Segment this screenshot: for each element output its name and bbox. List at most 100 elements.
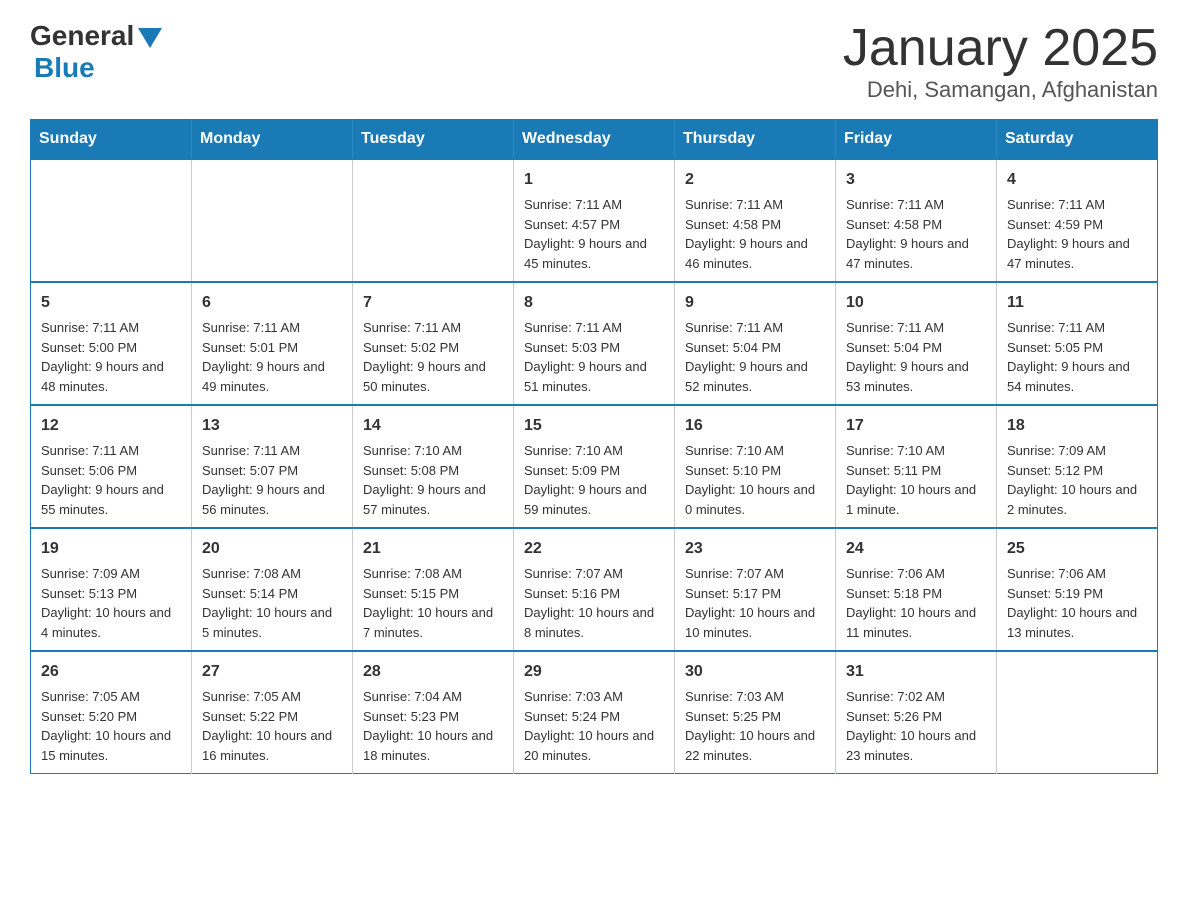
day-info: Sunrise: 7:11 AM Sunset: 5:02 PM Dayligh…	[363, 318, 503, 396]
day-info: Sunrise: 7:10 AM Sunset: 5:10 PM Dayligh…	[685, 441, 825, 519]
calendar-cell: 30 Sunrise: 7:03 AM Sunset: 5:25 PM Dayli…	[675, 651, 836, 774]
calendar-cell: 9 Sunrise: 7:11 AM Sunset: 5:04 PM Daylig…	[675, 282, 836, 405]
calendar-cell	[353, 159, 514, 282]
day-number: 5	[41, 291, 181, 315]
day-info: Sunrise: 7:02 AM Sunset: 5:26 PM Dayligh…	[846, 687, 986, 765]
calendar-cell: 4 Sunrise: 7:11 AM Sunset: 4:59 PM Daylig…	[997, 159, 1158, 282]
day-info: Sunrise: 7:11 AM Sunset: 4:59 PM Dayligh…	[1007, 195, 1147, 273]
day-info: Sunrise: 7:09 AM Sunset: 5:12 PM Dayligh…	[1007, 441, 1147, 519]
day-info: Sunrise: 7:11 AM Sunset: 5:00 PM Dayligh…	[41, 318, 181, 396]
title-block: January 2025 Dehi, Samangan, Afghanistan	[843, 20, 1158, 103]
calendar-cell: 24 Sunrise: 7:06 AM Sunset: 5:18 PM Dayli…	[836, 528, 997, 651]
logo-triangle-icon	[138, 28, 162, 48]
calendar-cell	[31, 159, 192, 282]
calendar-cell: 2Sunrise: 7:11 AM Sunset: 4:58 PM Daylig…	[675, 159, 836, 282]
day-info: Sunrise: 7:03 AM Sunset: 5:24 PM Dayligh…	[524, 687, 664, 765]
calendar-cell: 26 Sunrise: 7:05 AM Sunset: 5:20 PM Dayli…	[31, 651, 192, 774]
calendar-week-row: 12Sunrise: 7:11 AM Sunset: 5:06 PM Dayli…	[31, 405, 1158, 528]
calendar-header-wednesday: Wednesday	[514, 120, 675, 160]
calendar-cell: 8Sunrise: 7:11 AM Sunset: 5:03 PM Daylig…	[514, 282, 675, 405]
day-number: 19	[41, 537, 181, 561]
day-number: 26	[41, 660, 181, 684]
day-number: 22	[524, 537, 664, 561]
day-number: 27	[202, 660, 342, 684]
day-number: 10	[846, 291, 986, 315]
calendar-cell: 21Sunrise: 7:08 AM Sunset: 5:15 PM Dayli…	[353, 528, 514, 651]
day-number: 8	[524, 291, 664, 315]
calendar-header-monday: Monday	[192, 120, 353, 160]
calendar-header-friday: Friday	[836, 120, 997, 160]
day-info: Sunrise: 7:06 AM Sunset: 5:18 PM Dayligh…	[846, 564, 986, 642]
calendar-cell	[997, 651, 1158, 774]
calendar-cell: 22 Sunrise: 7:07 AM Sunset: 5:16 PM Dayli…	[514, 528, 675, 651]
day-number: 4	[1007, 168, 1147, 192]
logo: General Blue	[30, 20, 162, 84]
day-number: 17	[846, 414, 986, 438]
day-number: 30	[685, 660, 825, 684]
day-number: 23	[685, 537, 825, 561]
day-info: Sunrise: 7:08 AM Sunset: 5:14 PM Dayligh…	[202, 564, 342, 642]
day-info: Sunrise: 7:10 AM Sunset: 5:09 PM Dayligh…	[524, 441, 664, 519]
day-number: 7	[363, 291, 503, 315]
day-info: Sunrise: 7:03 AM Sunset: 5:25 PM Dayligh…	[685, 687, 825, 765]
day-number: 11	[1007, 291, 1147, 315]
day-info: Sunrise: 7:11 AM Sunset: 5:05 PM Dayligh…	[1007, 318, 1147, 396]
calendar-cell: 15Sunrise: 7:10 AM Sunset: 5:09 PM Dayli…	[514, 405, 675, 528]
day-number: 14	[363, 414, 503, 438]
day-number: 2	[685, 168, 825, 192]
day-info: Sunrise: 7:05 AM Sunset: 5:22 PM Dayligh…	[202, 687, 342, 765]
day-number: 24	[846, 537, 986, 561]
day-number: 9	[685, 291, 825, 315]
calendar-header-saturday: Saturday	[997, 120, 1158, 160]
day-number: 3	[846, 168, 986, 192]
logo-blue-text: Blue	[34, 52, 95, 84]
calendar-cell: 14Sunrise: 7:10 AM Sunset: 5:08 PM Dayli…	[353, 405, 514, 528]
calendar-cell: 31 Sunrise: 7:02 AM Sunset: 5:26 PM Dayli…	[836, 651, 997, 774]
day-number: 31	[846, 660, 986, 684]
day-info: Sunrise: 7:10 AM Sunset: 5:11 PM Dayligh…	[846, 441, 986, 519]
day-info: Sunrise: 7:09 AM Sunset: 5:13 PM Dayligh…	[41, 564, 181, 642]
calendar-cell: 13Sunrise: 7:11 AM Sunset: 5:07 PM Dayli…	[192, 405, 353, 528]
calendar-cell: 23Sunrise: 7:07 AM Sunset: 5:17 PM Dayli…	[675, 528, 836, 651]
day-number: 18	[1007, 414, 1147, 438]
day-info: Sunrise: 7:04 AM Sunset: 5:23 PM Dayligh…	[363, 687, 503, 765]
calendar-week-row: 26 Sunrise: 7:05 AM Sunset: 5:20 PM Dayli…	[31, 651, 1158, 774]
calendar-cell: 27 Sunrise: 7:05 AM Sunset: 5:22 PM Dayli…	[192, 651, 353, 774]
day-info: Sunrise: 7:11 AM Sunset: 5:04 PM Dayligh…	[685, 318, 825, 396]
calendar-header-sunday: Sunday	[31, 120, 192, 160]
calendar-cell: 16 Sunrise: 7:10 AM Sunset: 5:10 PM Dayli…	[675, 405, 836, 528]
day-number: 12	[41, 414, 181, 438]
calendar-subtitle: Dehi, Samangan, Afghanistan	[843, 77, 1158, 103]
day-info: Sunrise: 7:07 AM Sunset: 5:16 PM Dayligh…	[524, 564, 664, 642]
logo-general-text: General	[30, 20, 134, 52]
page-header: General Blue January 2025 Dehi, Samangan…	[30, 20, 1158, 103]
day-number: 25	[1007, 537, 1147, 561]
calendar-cell: 20 Sunrise: 7:08 AM Sunset: 5:14 PM Dayli…	[192, 528, 353, 651]
day-number: 21	[363, 537, 503, 561]
calendar-week-row: 1 Sunrise: 7:11 AM Sunset: 4:57 PM Daylig…	[31, 159, 1158, 282]
calendar-cell: 3 Sunrise: 7:11 AM Sunset: 4:58 PM Daylig…	[836, 159, 997, 282]
day-number: 1	[524, 168, 664, 192]
day-number: 16	[685, 414, 825, 438]
day-number: 29	[524, 660, 664, 684]
calendar-header-row: SundayMondayTuesdayWednesdayThursdayFrid…	[31, 120, 1158, 160]
calendar-cell: 17 Sunrise: 7:10 AM Sunset: 5:11 PM Dayli…	[836, 405, 997, 528]
calendar-header-thursday: Thursday	[675, 120, 836, 160]
calendar-cell: 29 Sunrise: 7:03 AM Sunset: 5:24 PM Dayli…	[514, 651, 675, 774]
calendar-cell: 10 Sunrise: 7:11 AM Sunset: 5:04 PM Dayli…	[836, 282, 997, 405]
day-info: Sunrise: 7:05 AM Sunset: 5:20 PM Dayligh…	[41, 687, 181, 765]
day-number: 20	[202, 537, 342, 561]
calendar-cell: 18 Sunrise: 7:09 AM Sunset: 5:12 PM Dayli…	[997, 405, 1158, 528]
day-number: 6	[202, 291, 342, 315]
calendar-cell: 19 Sunrise: 7:09 AM Sunset: 5:13 PM Dayli…	[31, 528, 192, 651]
calendar-week-row: 5 Sunrise: 7:11 AM Sunset: 5:00 PM Daylig…	[31, 282, 1158, 405]
calendar-cell: 11 Sunrise: 7:11 AM Sunset: 5:05 PM Dayli…	[997, 282, 1158, 405]
calendar-week-row: 19 Sunrise: 7:09 AM Sunset: 5:13 PM Dayli…	[31, 528, 1158, 651]
day-info: Sunrise: 7:11 AM Sunset: 4:57 PM Dayligh…	[524, 195, 664, 273]
day-info: Sunrise: 7:11 AM Sunset: 5:01 PM Dayligh…	[202, 318, 342, 396]
day-number: 13	[202, 414, 342, 438]
calendar-header-tuesday: Tuesday	[353, 120, 514, 160]
calendar-cell	[192, 159, 353, 282]
day-info: Sunrise: 7:11 AM Sunset: 5:04 PM Dayligh…	[846, 318, 986, 396]
day-info: Sunrise: 7:11 AM Sunset: 4:58 PM Dayligh…	[846, 195, 986, 273]
